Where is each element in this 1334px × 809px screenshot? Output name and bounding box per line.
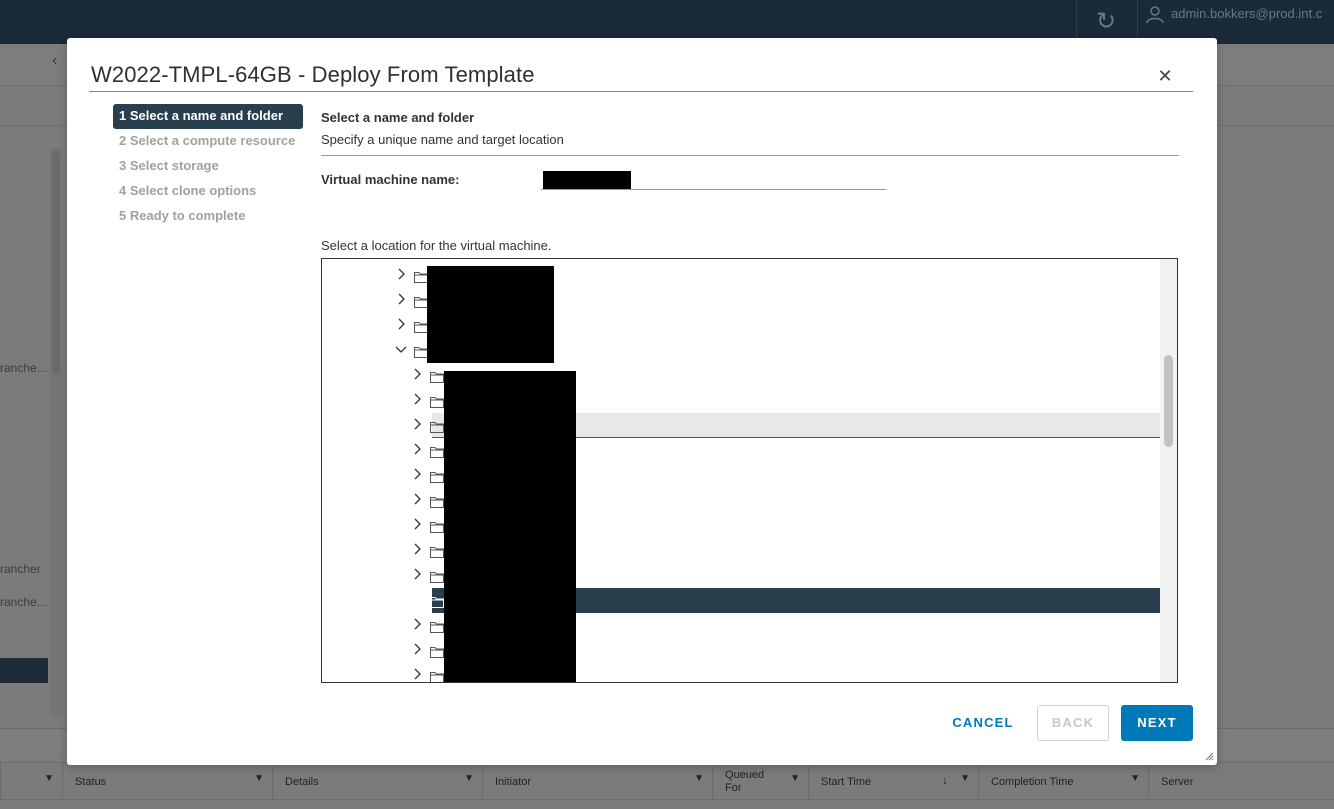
column-label: Details bbox=[285, 776, 319, 788]
folder-icon bbox=[430, 545, 444, 558]
back-button[interactable]: BACK bbox=[1037, 705, 1109, 741]
filter-icon[interactable]: ▼ bbox=[464, 773, 474, 784]
filter-icon[interactable]: ▼ bbox=[44, 773, 54, 784]
folder-icon bbox=[430, 520, 444, 533]
nav-item-label[interactable]: ranche... bbox=[0, 361, 47, 375]
next-button[interactable]: NEXT bbox=[1121, 705, 1193, 741]
tree-scrollbar[interactable] bbox=[1160, 259, 1177, 682]
nav-scrollbar-thumb[interactable] bbox=[52, 150, 60, 375]
chevron-right-icon[interactable] bbox=[410, 542, 424, 556]
chevron-right-icon[interactable] bbox=[410, 367, 424, 381]
chevron-down-icon[interactable] bbox=[394, 342, 408, 356]
user-menu[interactable]: admin.bokkers@prod.int.c bbox=[1171, 6, 1322, 21]
redacted-folder-names bbox=[427, 266, 554, 363]
folder-icon bbox=[430, 620, 444, 633]
folder-icon bbox=[430, 495, 444, 508]
column-header-status[interactable]: Status ▼ bbox=[62, 763, 272, 801]
column-header-start-time[interactable]: Start Time ↓ ▼ bbox=[808, 763, 978, 801]
folder-icon bbox=[430, 470, 444, 483]
column-header-details[interactable]: Details ▼ bbox=[272, 763, 482, 801]
folder-icon bbox=[430, 595, 444, 608]
chevron-right-icon[interactable] bbox=[410, 492, 424, 506]
chevron-right-icon[interactable] bbox=[410, 442, 424, 456]
filter-icon[interactable]: ▼ bbox=[960, 773, 970, 784]
folder-icon bbox=[430, 395, 444, 408]
folder-icon bbox=[414, 345, 428, 358]
folder-tree[interactable] bbox=[321, 258, 1178, 683]
column-label: Status bbox=[75, 776, 107, 788]
vm-name-label: Virtual machine name: bbox=[321, 172, 460, 187]
dialog-title: W2022-TMPL-64GB - Deploy From Template bbox=[91, 62, 535, 87]
chevron-right-icon[interactable] bbox=[410, 517, 424, 531]
chevron-right-icon[interactable] bbox=[394, 267, 408, 281]
chevron-right-icon[interactable] bbox=[410, 642, 424, 656]
column-label: Initiator bbox=[495, 776, 532, 788]
refresh-icon[interactable]: ↻ bbox=[1090, 8, 1122, 36]
chevron-right-icon[interactable] bbox=[410, 467, 424, 481]
collapse-chevron-icon[interactable]: ‹ bbox=[52, 52, 57, 70]
folder-icon bbox=[430, 645, 444, 658]
chevron-right-icon[interactable] bbox=[410, 567, 424, 581]
wizard-steps: 1 Select a name and folder 2 Select a co… bbox=[113, 104, 303, 229]
sort-down-icon[interactable]: ↓ bbox=[942, 773, 948, 787]
deploy-from-template-dialog: W2022-TMPL-64GB - Deploy From Template ✕… bbox=[67, 38, 1217, 765]
column-label: Start Time bbox=[821, 776, 872, 788]
filter-icon[interactable]: ▼ bbox=[1130, 773, 1140, 784]
filter-icon[interactable]: ▼ bbox=[694, 773, 704, 784]
cancel-button[interactable]: CANCEL bbox=[937, 705, 1029, 741]
user-icon[interactable] bbox=[1145, 4, 1165, 24]
folder-icon bbox=[430, 420, 444, 433]
section-divider bbox=[321, 155, 1179, 156]
section-description: Specify a unique name and target locatio… bbox=[321, 132, 564, 147]
folder-icon bbox=[414, 270, 428, 283]
nav-item-label[interactable]: ranche... bbox=[0, 595, 47, 609]
redacted-vm-name bbox=[543, 171, 631, 189]
wizard-step-clone-options[interactable]: 4 Select clone options bbox=[113, 179, 303, 204]
folder-icon bbox=[430, 445, 444, 458]
tree-scrollbar-thumb[interactable] bbox=[1164, 355, 1173, 447]
wizard-step-select-name[interactable]: 1 Select a name and folder bbox=[113, 104, 303, 129]
tasks-table-header: ▼ Status ▼ Details ▼ Initiator ▼ Queued For… bbox=[0, 762, 1334, 801]
chevron-right-icon[interactable] bbox=[410, 392, 424, 406]
chevron-right-icon[interactable] bbox=[410, 667, 424, 681]
filter-icon[interactable]: ▼ bbox=[790, 773, 800, 784]
resize-handle-icon[interactable] bbox=[1204, 751, 1214, 761]
column-label: Completion Time bbox=[991, 776, 1074, 788]
column-header-server[interactable]: Server bbox=[1148, 763, 1334, 801]
chevron-right-icon[interactable] bbox=[394, 292, 408, 306]
folder-icon bbox=[430, 370, 444, 383]
filter-icon[interactable]: ▼ bbox=[254, 773, 264, 784]
column-label: Server bbox=[1161, 776, 1194, 788]
close-icon[interactable]: ✕ bbox=[1155, 66, 1175, 86]
column-header-completion-time[interactable]: Completion Time ▼ bbox=[978, 763, 1148, 801]
chevron-right-icon[interactable] bbox=[410, 617, 424, 631]
nav-item-label[interactable]: rancher bbox=[0, 562, 41, 576]
title-divider bbox=[89, 91, 1193, 92]
folder-icon bbox=[430, 570, 444, 583]
wizard-step-compute-resource[interactable]: 2 Select a compute resource bbox=[113, 129, 303, 154]
location-label: Select a location for the virtual machin… bbox=[321, 238, 552, 253]
column-header-initiator[interactable]: Initiator ▼ bbox=[482, 763, 712, 801]
chevron-right-icon[interactable] bbox=[410, 417, 424, 431]
nav-item-selected[interactable] bbox=[0, 658, 48, 683]
redacted-folder-names bbox=[444, 371, 576, 682]
column-header-queued-for[interactable]: Queued For ▼ bbox=[712, 763, 808, 801]
folder-icon bbox=[414, 320, 428, 333]
column-label: Queued For bbox=[725, 769, 765, 794]
chevron-right-icon[interactable] bbox=[394, 317, 408, 331]
section-title: Select a name and folder bbox=[321, 110, 475, 125]
folder-icon bbox=[430, 670, 444, 682]
folder-icon bbox=[414, 295, 428, 308]
wizard-step-ready[interactable]: 5 Ready to complete bbox=[113, 204, 303, 229]
wizard-step-storage[interactable]: 3 Select storage bbox=[113, 154, 303, 179]
column-header[interactable]: ▼ bbox=[0, 763, 62, 801]
